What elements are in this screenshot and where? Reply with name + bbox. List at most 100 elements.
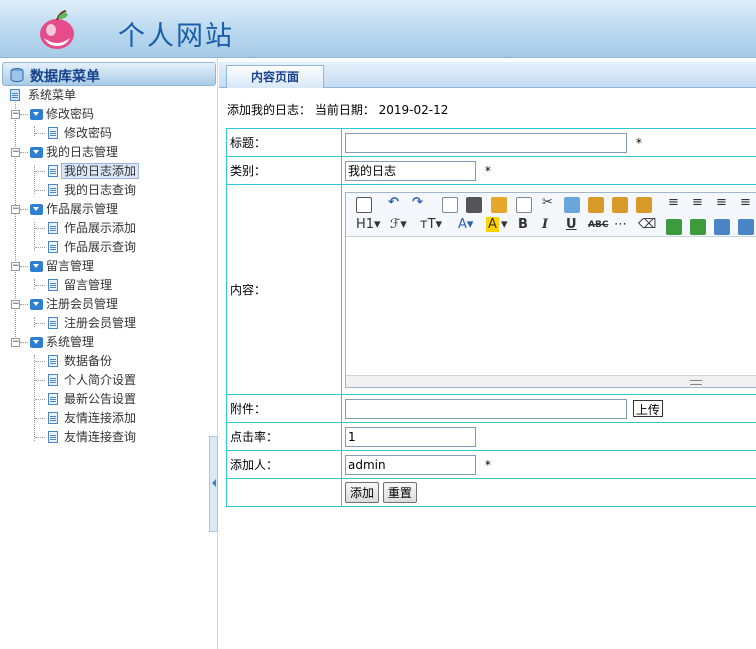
editor-toolbar: ↶ ↷ ✂ ≡ ≡ ≡ ≡ H1▾ ℱ▾ тT▾ A▾ A ▾ B I U AB… [346,192,756,237]
strikethrough-button[interactable]: ABC [588,220,608,230]
tree-item-backup[interactable]: 数据备份 [46,352,114,371]
content-label: 内容： [226,184,342,395]
source-icon[interactable] [356,196,372,213]
collapse-icon[interactable]: − [11,300,20,309]
tree-group-messages[interactable]: 留言管理 [28,257,96,276]
page-icon [48,317,58,329]
diary-form: 标题： * 类别： * 内容： ↶ ↷ [226,128,756,507]
author-label: 添加人： [226,450,342,479]
tree-item-notice[interactable]: 最新公告设置 [46,390,138,409]
required-mark: * [484,457,491,472]
folder-icon [30,204,43,215]
collapse-icon[interactable]: − [11,205,20,214]
tree-group-password[interactable]: 修改密码 [28,105,96,124]
tab-bar: 内容页面 [219,62,756,88]
template-icon[interactable] [491,196,507,213]
title-input[interactable] [345,132,627,153]
category-label: 类别： [226,156,342,185]
print-icon[interactable] [466,196,482,213]
paste-icon[interactable] [588,196,604,213]
tab-content-page[interactable]: 内容页面 [226,65,324,88]
image-icon[interactable] [666,218,682,235]
required-mark: * [484,163,491,178]
tree-item-profile[interactable]: 个人简介设置 [46,371,138,390]
page-icon [48,127,58,139]
site-title: 个人网站 [118,21,234,52]
align-justify-icon[interactable]: ≡ [740,195,751,210]
heading-dropdown[interactable]: H1▾ [356,217,381,232]
tree-item-diary-add[interactable]: 我的日志添加 [46,162,140,181]
tree-group-diary[interactable]: 我的日志管理 [28,143,120,162]
tree-item-links-add[interactable]: 友情连接添加 [46,409,138,428]
bold-button[interactable]: B [518,217,528,232]
attachment-input[interactable] [345,398,627,419]
reset-button[interactable]: 重置 [382,482,417,503]
font-family-dropdown[interactable]: ℱ▾ [390,217,407,232]
copy-icon[interactable] [564,196,580,213]
page-icon [48,165,58,177]
tree-group-members[interactable]: 注册会员管理 [28,295,120,314]
font-size-dropdown[interactable]: тT▾ [420,217,442,232]
sidebar-collapse-handle[interactable] [209,436,218,532]
align-center-icon[interactable]: ≡ [692,195,703,210]
flash-icon[interactable] [714,218,730,235]
tree-item-links-query[interactable]: 友情连接查询 [46,428,138,447]
eraser-icon[interactable]: ⌫ [638,217,656,232]
tree-group-works[interactable]: 作品展示管理 [28,200,120,219]
preview-icon[interactable] [442,196,458,213]
folder-icon [30,147,43,158]
hits-label: 点击率： [226,422,342,451]
upload-button[interactable]: 上传 [632,400,663,417]
page-icon [48,431,58,443]
multi-image-icon[interactable] [690,218,706,235]
redo-icon[interactable]: ↷ [412,195,423,210]
page-subtitle: 添加我的日志： 当前日期： 2019-02-12 [227,103,449,117]
site-header: 个人网站 [0,0,756,58]
tree-item-works-add[interactable]: 作品展示添加 [46,219,138,238]
highlight-chevron-icon[interactable]: ▾ [501,217,508,232]
cut-icon[interactable]: ✂ [542,195,553,210]
paste-word-icon[interactable] [636,196,652,213]
tree-item-change-password[interactable]: 修改密码 [46,124,114,143]
tree-group-system[interactable]: 系统管理 [28,333,96,352]
folder-icon [30,299,43,310]
underline-button[interactable]: U [566,217,577,232]
page-icon [48,374,58,386]
author-input[interactable] [345,454,476,475]
tree-root[interactable]: 系统菜单 [10,86,78,105]
hits-input[interactable] [345,426,476,447]
folder-icon [30,261,43,272]
rich-text-editor: ↶ ↷ ✂ ≡ ≡ ≡ ≡ H1▾ ℱ▾ тT▾ A▾ A ▾ B I U AB… [345,191,756,388]
page-icon [48,241,58,253]
sidebar: 数据库菜单 系统菜单 − 修改密码 修改密码 − 我的日志管理 我的日志添加 我… [0,58,218,649]
tree-item-messages[interactable]: 留言管理 [46,276,114,295]
collapse-icon[interactable]: − [11,148,20,157]
tree-item-members[interactable]: 注册会员管理 [46,314,138,333]
editor-resize-handle[interactable] [346,374,756,387]
collapse-icon[interactable]: − [11,262,20,271]
sidebar-title: 数据库菜单 [30,69,100,85]
font-color-dropdown[interactable]: A▾ [458,217,473,232]
apple-logo-icon [40,10,74,49]
page-icon [48,355,58,367]
code-icon[interactable] [516,196,532,213]
tree-item-works-query[interactable]: 作品展示查询 [46,238,138,257]
page-icon [48,412,58,424]
italic-button[interactable]: I [542,217,548,232]
tree-item-diary-query[interactable]: 我的日志查询 [46,181,138,200]
page-icon [48,279,58,291]
category-input[interactable] [345,160,476,181]
align-right-icon[interactable]: ≡ [716,195,727,210]
sidebar-header: 数据库菜单 [2,62,216,86]
undo-icon[interactable]: ↶ [388,195,399,210]
align-left-icon[interactable]: ≡ [668,195,679,210]
collapse-icon[interactable]: − [11,338,20,347]
main-content: 内容页面 添加我的日志： 当前日期： 2019-02-12 标题： * 类别： … [219,58,756,649]
collapse-icon[interactable]: − [11,110,20,119]
hr-icon[interactable]: ⋯ [614,217,627,232]
media-icon[interactable] [738,218,754,235]
submit-button[interactable]: 添加 [345,482,380,503]
page-icon [48,393,58,405]
paste-text-icon[interactable] [612,196,628,213]
highlight-color-dropdown[interactable]: A [486,216,499,232]
